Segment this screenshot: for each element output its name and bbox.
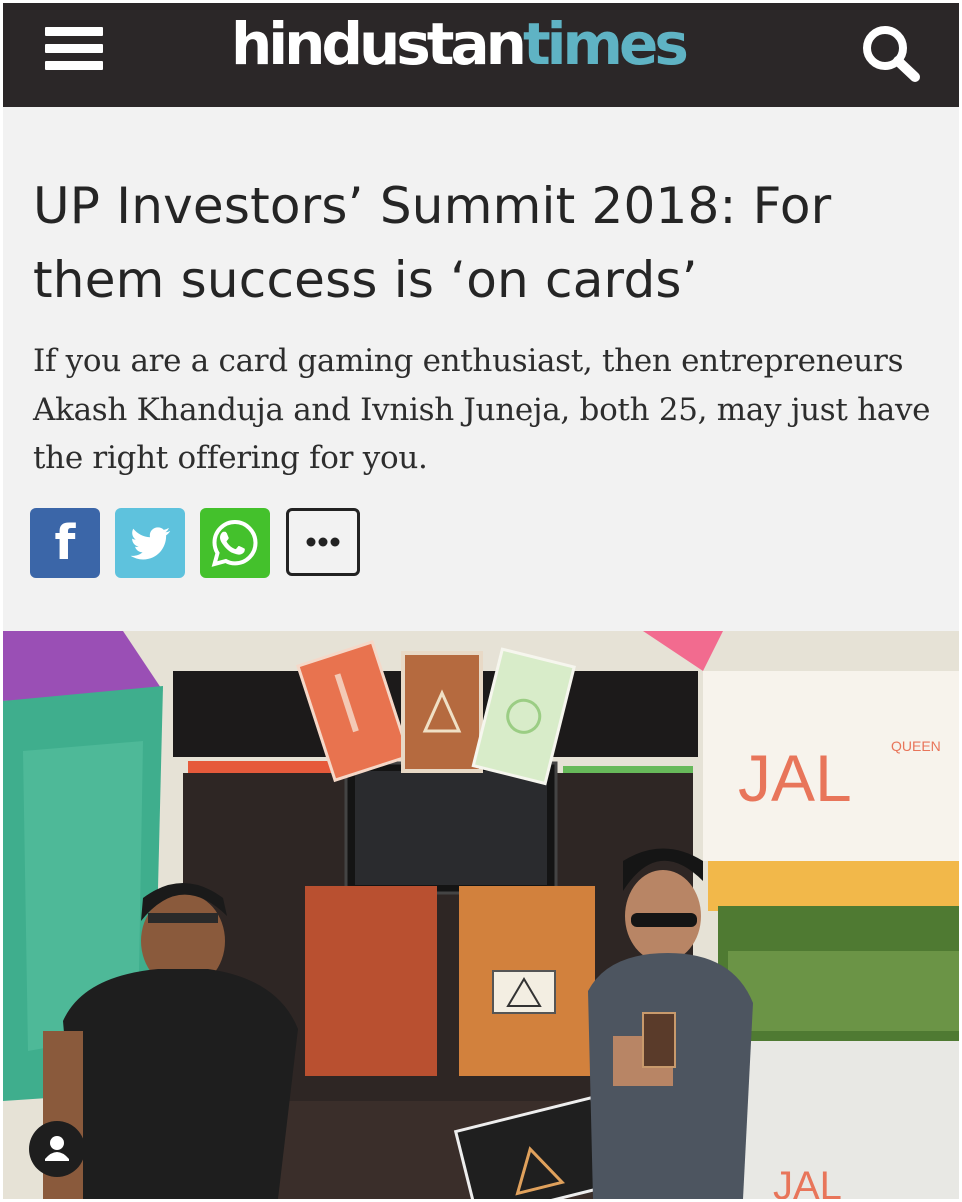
photo-sign-small: QUEEN (891, 738, 941, 754)
screenshot-frame: hindustantimes UP Investors’ Summit 2018… (3, 3, 959, 1199)
photo-sign-bottom: JAL (773, 1164, 842, 1199)
facebook-icon: f (54, 515, 76, 571)
user-profile-button[interactable] (29, 1121, 85, 1177)
article-hero-photo: JAL QUEEN JAL (3, 631, 959, 1199)
article-summary: If you are a card gaming enthusiast, the… (33, 343, 931, 476)
article-headline: UP Investors’ Summit 2018: For them succ… (33, 177, 832, 309)
search-icon[interactable] (855, 21, 925, 85)
logo-part-times: times (522, 10, 689, 78)
more-options-icon (306, 537, 340, 547)
twitter-icon (130, 527, 171, 560)
whatsapp-icon (211, 519, 258, 567)
photo-sign-jal: JAL (738, 741, 852, 815)
twitter-share-button[interactable] (115, 508, 185, 578)
site-logo[interactable]: hindustantimes (231, 9, 689, 79)
site-header: hindustantimes (3, 3, 959, 107)
whatsapp-share-button[interactable] (200, 508, 270, 578)
user-icon (45, 1136, 69, 1161)
facebook-share-button[interactable]: f (30, 508, 100, 578)
logo-part-hindustan: hindustan (231, 10, 527, 78)
hamburger-menu-icon[interactable] (45, 27, 103, 71)
more-share-options-button[interactable] (286, 508, 360, 576)
